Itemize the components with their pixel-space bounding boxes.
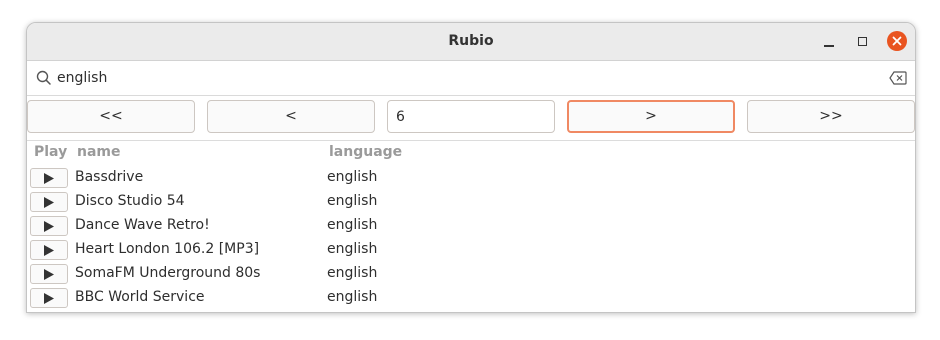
play-button[interactable] xyxy=(30,240,68,260)
station-language: english xyxy=(327,193,378,209)
close-icon xyxy=(892,36,902,46)
table-row[interactable]: Bassdrive english xyxy=(27,167,915,191)
play-button[interactable] xyxy=(30,168,68,188)
station-language: english xyxy=(327,265,378,281)
minimize-button[interactable] xyxy=(819,32,839,52)
station-language: english xyxy=(327,241,378,257)
next-page-button[interactable]: > xyxy=(567,100,735,133)
station-language: english xyxy=(327,217,378,233)
title-bar: Rubio xyxy=(27,23,915,61)
window-title: Rubio xyxy=(448,33,494,49)
table-row[interactable]: SomaFM Underground 80s english xyxy=(27,263,915,287)
station-name: Bassdrive xyxy=(75,169,144,185)
previous-page-button[interactable]: < xyxy=(207,100,375,133)
play-icon xyxy=(44,221,54,232)
play-button[interactable] xyxy=(30,264,68,284)
app-window: Rubio << < > >> Play name language Bassd… xyxy=(26,22,916,313)
station-table: Play name language Bassdrive english Dis… xyxy=(27,140,915,312)
last-page-button[interactable]: >> xyxy=(747,100,915,133)
column-header-name[interactable]: name xyxy=(77,144,121,160)
play-icon xyxy=(44,197,54,208)
table-row[interactable]: Disco Studio 54 english xyxy=(27,191,915,215)
station-language: english xyxy=(327,169,378,185)
page-number-input[interactable] xyxy=(387,100,555,133)
table-row[interactable]: BBC World Service english xyxy=(27,287,915,311)
play-button[interactable] xyxy=(30,288,68,308)
station-name: Disco Studio 54 xyxy=(75,193,185,209)
search-input[interactable] xyxy=(57,67,877,89)
table-row[interactable]: Dance Wave Retro! english xyxy=(27,215,915,239)
column-header-play[interactable]: Play xyxy=(34,144,67,160)
play-button[interactable] xyxy=(30,192,68,212)
station-name: Heart London 106.2 [MP3] xyxy=(75,241,260,257)
maximize-button[interactable] xyxy=(853,32,873,52)
backspace-clear-icon[interactable] xyxy=(889,71,907,85)
maximize-icon xyxy=(858,37,867,46)
play-icon xyxy=(44,245,54,256)
station-name: Dance Wave Retro! xyxy=(75,217,210,233)
search-bar xyxy=(27,61,915,96)
close-button[interactable] xyxy=(887,31,907,51)
play-icon xyxy=(44,173,54,184)
play-button[interactable] xyxy=(30,216,68,236)
station-language: english xyxy=(327,289,378,305)
search-icon xyxy=(36,70,51,85)
minimize-icon xyxy=(824,45,834,47)
column-header-language[interactable]: language xyxy=(329,144,402,160)
station-name: BBC World Service xyxy=(75,289,205,305)
table-row[interactable]: Heart London 106.2 [MP3] english xyxy=(27,239,915,263)
play-icon xyxy=(44,293,54,304)
play-icon xyxy=(44,269,54,280)
first-page-button[interactable]: << xyxy=(27,100,195,133)
station-name: SomaFM Underground 80s xyxy=(75,265,261,281)
